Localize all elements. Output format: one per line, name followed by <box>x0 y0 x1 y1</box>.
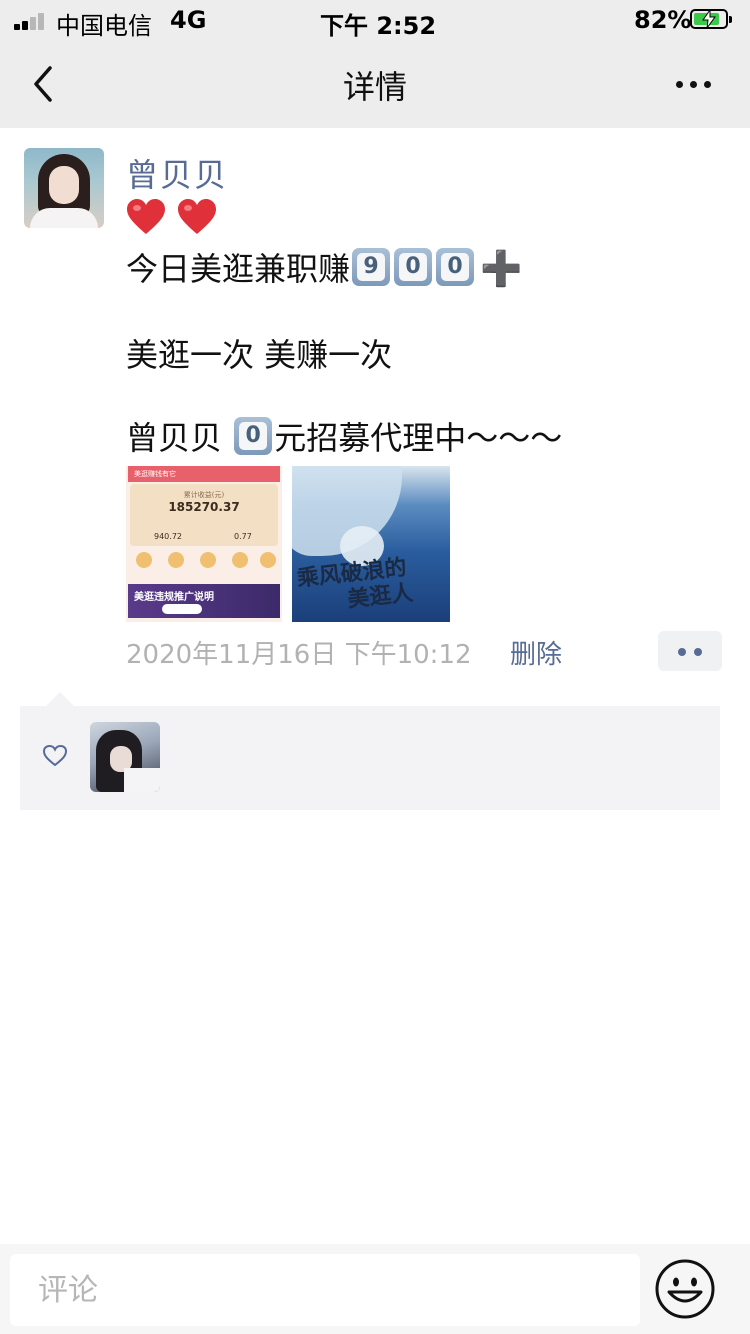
post-image-poster[interactable]: 乘风破浪的 美逛人 <box>292 466 450 622</box>
author-avatar[interactable] <box>24 148 104 228</box>
earnings-value: 185270.37 <box>168 500 240 514</box>
promo-banner: 美逛违规推广说明 <box>128 584 280 618</box>
post-text-line-2: 美逛一次 美赚一次 <box>126 336 393 374</box>
post-text-line-1: 今日美逛兼职赚 9 0 0 ➕ <box>126 244 522 290</box>
keycap-digit: 0 <box>234 417 273 455</box>
earnings-label: 累计收益(元) <box>183 491 225 499</box>
heart-outline-icon <box>42 744 68 767</box>
battery-percent: 82% <box>634 6 692 34</box>
stat-value-2: 0.77 <box>234 532 252 541</box>
status-bar: 中国电信 4G 下午 2:52 82% <box>0 0 750 40</box>
red-heart-icon <box>178 199 217 234</box>
keycap-digit: 0 <box>394 248 433 286</box>
post-text: 元招募代理中～～～ <box>274 419 563 457</box>
likes-panel <box>20 692 720 810</box>
signal-icon <box>14 12 48 30</box>
page-title: 详情 <box>342 68 407 106</box>
poster-title: 乘风破浪的 美逛人 <box>296 550 450 617</box>
post-actions-button[interactable] <box>658 631 722 671</box>
network-type: 4G <box>170 6 207 34</box>
stat-value-1: 940.72 <box>154 532 182 541</box>
carrier-name: 中国电信 <box>56 12 152 40</box>
feature-icons <box>130 550 278 576</box>
delete-link[interactable]: 删除 <box>510 634 562 671</box>
status-time: 下午 2:52 <box>320 12 437 40</box>
plus-emoji: ➕ <box>480 249 523 289</box>
comment-bar <box>0 1244 750 1334</box>
nav-bar: 详情 <box>0 40 750 128</box>
hearts-emoji <box>126 198 223 242</box>
post-text: 今日美逛兼职赚 <box>126 250 351 288</box>
image-header: 美逛赚钱有它 <box>128 466 280 482</box>
keycap-digit: 0 <box>436 248 475 286</box>
smiley-icon[interactable] <box>654 1258 716 1320</box>
charging-bolt-icon <box>702 10 716 28</box>
earnings-card: 累计收益(元) 185270.37 940.72 0.77 <box>130 484 278 546</box>
liker-avatar[interactable] <box>90 722 160 792</box>
author-name[interactable]: 曾贝贝 <box>126 150 228 196</box>
more-dots-icon[interactable] <box>672 70 716 98</box>
post-text: 曾贝贝 <box>126 419 233 457</box>
post-timestamp: 2020年11月16日 下午10:12 <box>126 640 472 670</box>
banner-text: 美逛违规推广说明 <box>134 592 214 603</box>
post-text-line-3: 曾贝贝 0 元招募代理中～～～ <box>126 413 562 459</box>
post-image-app-screenshot[interactable]: 美逛赚钱有它 累计收益(元) 185270.37 940.72 0.77 美逛违… <box>126 466 282 622</box>
keycap-digit: 9 <box>352 248 391 286</box>
red-heart-icon <box>127 199 165 234</box>
comment-input[interactable] <box>10 1254 640 1326</box>
